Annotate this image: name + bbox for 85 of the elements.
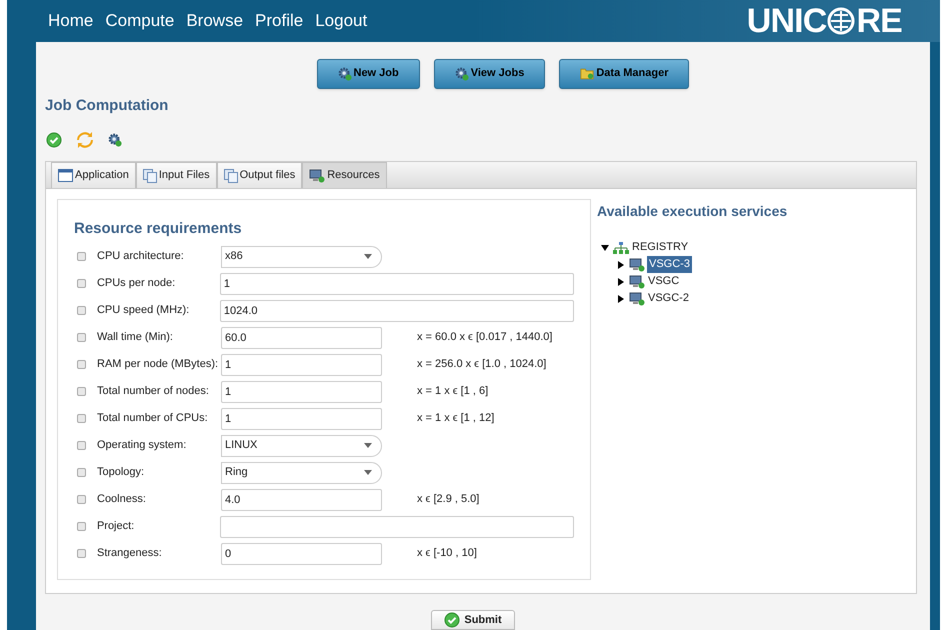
checkbox[interactable]: [77, 360, 86, 369]
input-field[interactable]: 1: [221, 380, 382, 402]
computer-icon: [309, 168, 326, 183]
tab[interactable]: Output files: [216, 162, 302, 188]
gear-icon: [454, 66, 469, 80]
validate-button[interactable]: [46, 132, 62, 148]
input-field[interactable]: 4.0: [221, 488, 382, 510]
checkbox[interactable]: [77, 252, 86, 261]
window-icon: [58, 169, 73, 182]
caret-icon: [364, 443, 372, 448]
dropdown[interactable]: x86: [221, 246, 382, 268]
checkbox[interactable]: [77, 495, 86, 504]
toolbar-button[interactable]: Data Manager: [559, 58, 690, 88]
checkbox[interactable]: [77, 522, 86, 531]
input-field[interactable]: [220, 516, 574, 538]
tab[interactable]: Application: [51, 162, 136, 188]
dropdown[interactable]: Ring: [221, 462, 382, 484]
field-label: CPUs per node:: [96, 276, 176, 292]
range-hint: x ϵ [-10 , 10]: [417, 546, 477, 562]
tree-item[interactable]: VSGC-2: [647, 290, 690, 307]
range-hint: x ϵ [2.9 , 5.0]: [417, 492, 480, 508]
nav-link[interactable]: Logout: [315, 8, 368, 34]
gear-icon: [338, 66, 352, 80]
range-hint: x = 60.0 x ϵ [0.017 , 1440.0]: [417, 330, 552, 346]
nav-link[interactable]: Compute: [105, 8, 174, 34]
field-label: Topology:: [97, 465, 146, 480]
expanded-arrow-icon[interactable]: [601, 244, 611, 252]
documents-icon: [142, 168, 157, 182]
field-label: Total number of CPUs:: [97, 411, 209, 426]
checkbox[interactable]: [77, 387, 86, 396]
computer-icon: [629, 291, 645, 306]
nav-link[interactable]: Browse: [186, 8, 244, 34]
tree-item[interactable]: REGISTRY: [631, 239, 690, 256]
checkbox[interactable]: [77, 441, 86, 450]
nav-link[interactable]: Profile: [255, 8, 304, 34]
field-label: CPU speed (MHz):: [96, 303, 190, 318]
range-hint: x = 256.0 x ϵ [1.0 , 1024.0]: [417, 357, 546, 372]
network-icon: [613, 242, 629, 254]
checkmark-icon: [46, 132, 62, 148]
input-field[interactable]: 1024.0: [220, 300, 574, 322]
section-title: Resource requirements: [74, 219, 243, 239]
computer-icon: [629, 274, 645, 289]
tree-item[interactable]: VSGC-3: [647, 256, 692, 273]
checkbox[interactable]: [77, 306, 86, 315]
input-field[interactable]: 1: [221, 408, 382, 430]
range-hint: x = 1 x ϵ [1 , 12]: [417, 411, 494, 426]
nav-link[interactable]: Home: [48, 8, 94, 34]
checkbox[interactable]: [77, 333, 86, 342]
logo: UNIC RE: [746, 4, 902, 38]
field-label: CPU architecture:: [97, 249, 185, 264]
input-field[interactable]: 1: [221, 354, 382, 376]
caret-icon: [364, 470, 372, 475]
dropdown[interactable]: LINUX: [221, 434, 382, 456]
tab[interactable]: Input Files: [136, 162, 217, 188]
submit-button[interactable]: Submit: [431, 610, 515, 630]
input-field[interactable]: 0: [221, 542, 382, 564]
toolbar-button[interactable]: View Jobs: [434, 58, 546, 88]
checkbox[interactable]: [77, 279, 86, 288]
checkbox[interactable]: [77, 549, 86, 558]
field-label: Coolness:: [97, 492, 147, 508]
input-field[interactable]: 1: [220, 272, 574, 294]
field-label: RAM per node (MBytes):: [97, 357, 220, 372]
field-label: Project:: [96, 519, 136, 534]
field-label: Total number of nodes:: [97, 384, 210, 400]
page-title: Job Computation: [45, 96, 170, 116]
field-label: Strangeness:: [97, 546, 163, 562]
checkbox[interactable]: [77, 414, 86, 423]
tree-item[interactable]: VSGC: [647, 273, 680, 290]
refresh-icon: [76, 131, 94, 149]
settings-icon: [108, 133, 122, 147]
range-hint: x = 1 x ϵ [1 , 6]: [417, 384, 488, 400]
section-title: Available execution services: [597, 202, 788, 221]
folder-icon: [580, 67, 594, 80]
documents-icon: [224, 168, 238, 182]
refresh-button[interactable]: [76, 131, 94, 149]
caret-icon: [364, 254, 372, 259]
tab[interactable]: Resources: [302, 162, 387, 188]
field-label: Operating system:: [97, 438, 188, 454]
settings-button[interactable]: [108, 133, 122, 147]
field-label: Wall time (Min):: [97, 330, 174, 346]
toolbar-button[interactable]: New Job: [316, 58, 420, 88]
checkbox[interactable]: [77, 468, 86, 477]
checkmark-icon: [444, 612, 460, 628]
computer-icon: [629, 257, 645, 272]
input-field[interactable]: 60.0: [221, 326, 382, 348]
